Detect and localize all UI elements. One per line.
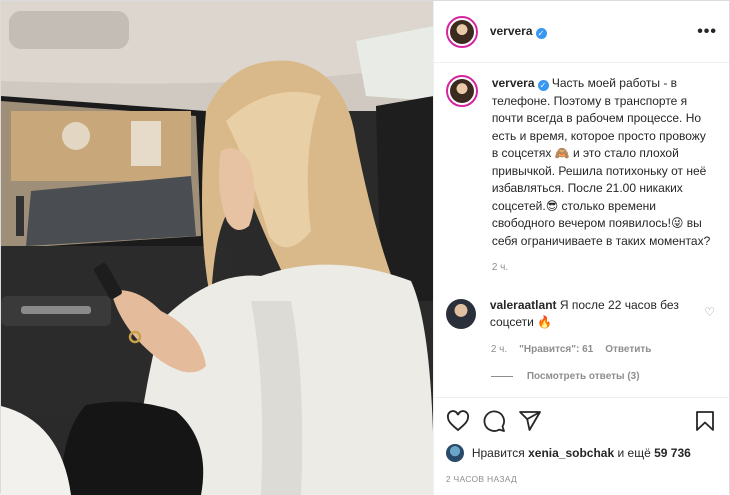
- share-icon[interactable]: [518, 409, 542, 433]
- comment-like-icon[interactable]: ♡: [704, 305, 715, 319]
- reply-button[interactable]: Ответить: [605, 344, 651, 355]
- post-timestamp[interactable]: 2 ЧАСОВ НАЗАД: [446, 474, 717, 484]
- post-actions: Нравится xenia_sobchak и ещё 59 736 2 ЧА…: [433, 397, 729, 495]
- post-photo[interactable]: [1, 1, 433, 495]
- photo-illustration: [1, 1, 433, 495]
- post-sidebar: ververa ✓ ••• ververa ✓ Часть моей работы …: [432, 1, 729, 495]
- comment-item: valeraatlant Я после 22 часов без соцсет…: [445, 297, 717, 332]
- bookmark-icon[interactable]: [693, 409, 717, 433]
- comment-likes-count[interactable]: "Нравится": 61: [519, 344, 593, 355]
- author-username[interactable]: ververa ✓: [490, 24, 547, 39]
- comment-age[interactable]: 2 ч.: [491, 344, 507, 355]
- view-replies-label[interactable]: Посмотреть ответы (3): [527, 371, 640, 382]
- replies-divider: [490, 375, 513, 377]
- likes-summary: Нравится xenia_sobchak и ещё 59 736: [445, 444, 717, 462]
- verified-icon: ✓: [535, 28, 547, 39]
- caption-verified-icon: ✓: [537, 80, 549, 91]
- view-replies-button[interactable]: Посмотреть ответы (3): [490, 371, 717, 382]
- more-options-icon[interactable]: •••: [697, 23, 717, 41]
- liker-avatar[interactable]: [445, 444, 464, 462]
- author-username-text[interactable]: ververa: [490, 24, 533, 38]
- comment-icon[interactable]: [482, 409, 506, 433]
- caption: ververa ✓ Часть моей работы - в телефоне.…: [445, 75, 717, 277]
- caption-body: ververa ✓ Часть моей работы - в телефоне.…: [492, 75, 712, 277]
- heart-icon[interactable]: [446, 409, 470, 433]
- commenter-username[interactable]: valeraatlant: [490, 298, 557, 312]
- caption-username[interactable]: ververa: [492, 76, 535, 90]
- likes-suffix: и ещё: [617, 446, 651, 460]
- likes-prefix: Нравится: [471, 446, 525, 460]
- post-header: ververa ✓ •••: [433, 1, 729, 63]
- instagram-post: ververa ✓ ••• ververa ✓ Часть моей работы …: [0, 0, 730, 495]
- comment-body: valeraatlant Я после 22 часов без соцсет…: [490, 297, 680, 332]
- liker-username[interactable]: xenia_sobchak: [528, 446, 614, 460]
- caption-avatar[interactable]: [445, 75, 478, 107]
- action-icons: [446, 404, 717, 438]
- caption-text: Часть моей работы - в телефоне. Поэтому …: [491, 76, 711, 248]
- likes-count[interactable]: 59 736: [654, 446, 691, 460]
- author-avatar[interactable]: [445, 15, 478, 48]
- commenter-avatar[interactable]: [445, 298, 476, 329]
- comments-area: ververa ✓ Часть моей работы - в телефоне.…: [434, 63, 729, 397]
- comment-meta: 2 ч. "Нравится": 61 Ответить: [491, 344, 717, 355]
- caption-age[interactable]: 2 ч.: [492, 259, 712, 277]
